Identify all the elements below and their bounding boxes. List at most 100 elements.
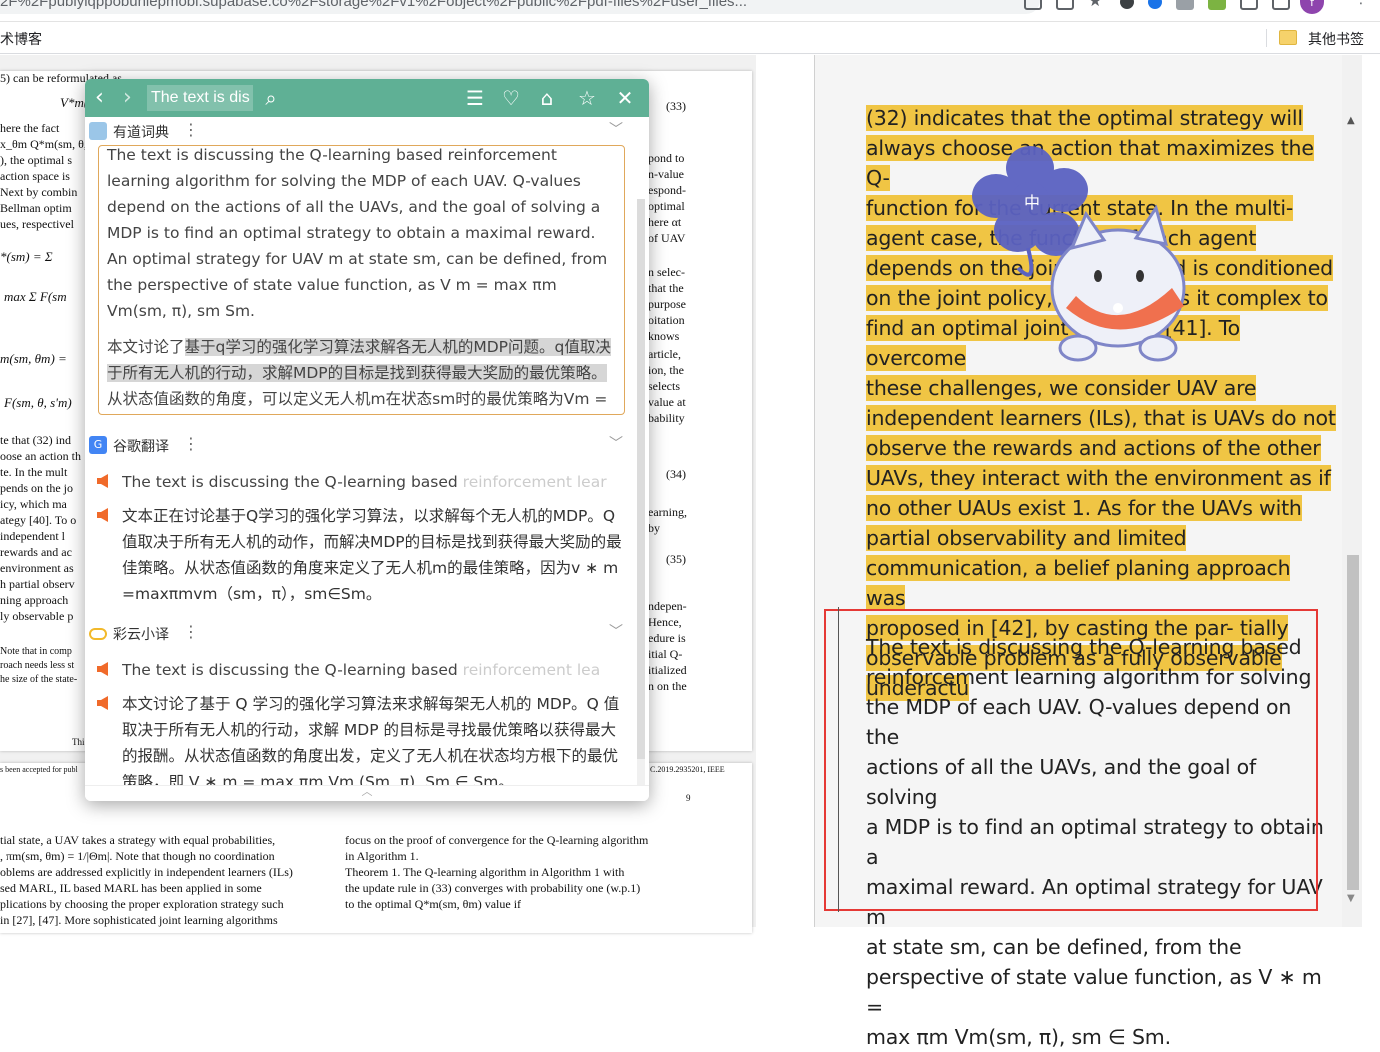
bookmark-item[interactable]: 术博客 <box>0 29 42 49</box>
equation-number: (33) <box>666 99 686 113</box>
address-bar[interactable]: 2F%2Fpubiyiqppobuniepmobi.supabase.co%2F… <box>0 0 1040 14</box>
caiyun-zh-text: 本文讨论了基于 Q 学习的强化学习算法来求解每架无人机的 MDP。Q 值取决于所… <box>122 695 620 791</box>
bookmarks-bar: 术博客 其他书签 <box>0 22 1380 54</box>
menu-icon[interactable]: ☰ <box>463 86 487 110</box>
reader-scrollbar[interactable]: ▲ ▼ <box>1342 55 1362 927</box>
pdf-text-line: knows <box>648 329 680 343</box>
scroll-up-icon[interactable]: ▲ <box>1347 115 1355 126</box>
equation: *(sm) = Σ <box>0 249 53 264</box>
section-header-google[interactable]: G 谷歌翻译 ⋮ ﹀ <box>85 433 635 459</box>
popup-collapse-handle[interactable]: ︿ <box>85 785 649 801</box>
forward-icon[interactable]: › <box>123 85 132 110</box>
youdao-result-box[interactable]: The text is discussing the Q-learning ba… <box>98 145 625 415</box>
speaker-icon[interactable] <box>97 474 109 488</box>
url-text[interactable]: 2F%2Fpubiyiqppobuniepmobi.supabase.co%2F… <box>0 0 747 10</box>
popup-scrollbar[interactable] <box>637 199 645 789</box>
extensions-puzzle-icon[interactable] <box>1240 0 1258 10</box>
back-icon[interactable]: ‹ <box>95 85 104 110</box>
google-en-text: The text is discussing the Q-learning ba… <box>122 473 463 491</box>
section-header-youdao[interactable]: 有道词典 ⋮ ﹀ <box>85 119 635 145</box>
extension-gray-icon[interactable] <box>1176 0 1194 10</box>
chrome-menu-icon[interactable]: ⋮ <box>1354 0 1368 12</box>
pdf-text-line: earning, <box>648 505 687 519</box>
chevron-down-icon[interactable]: ﹀ <box>609 621 623 641</box>
scroll-thumb[interactable] <box>1347 555 1359 890</box>
side-panel-icon[interactable] <box>1272 0 1290 10</box>
equation-number: (35) <box>666 552 686 566</box>
section-title: 谷歌翻译 <box>113 439 169 455</box>
highlighted-line: independent learners (ILs), that is UAVs… <box>866 405 1336 431</box>
pdf-text-line: ion, the <box>648 363 684 377</box>
youdao-english: The text is discussing the Q-learning ba… <box>107 146 608 320</box>
pdf-footer: C.2019.2935201, IEEE <box>650 765 725 774</box>
youdao-zh-post: 从状态值函数的角度，可以定义无人机m在状态sm时的最优策略为Vm = max π… <box>107 390 608 408</box>
scroll-down-icon[interactable]: ▼ <box>1347 893 1355 904</box>
translation-line: perspective of state value function, as … <box>866 965 1322 1019</box>
pdf-text-line: oose an action th <box>0 449 81 463</box>
pdf-text-line: tial state, a UAV takes a strategy with … <box>0 833 276 847</box>
extension-green-icon[interactable] <box>1208 0 1226 10</box>
popup-header: ‹ › The text is dis ⌕ ☰ ♡ ⌂ ☆ ✕ <box>85 79 649 117</box>
pdf-footer: s been accepted for publ <box>0 765 78 774</box>
popup-search-input[interactable]: The text is dis <box>147 85 253 111</box>
pdf-text-line: action space is <box>0 169 70 183</box>
translation-outline <box>824 609 1318 911</box>
text-cursor <box>838 607 839 912</box>
extension-blue-icon[interactable] <box>1148 0 1162 9</box>
speaker-icon[interactable] <box>97 696 109 710</box>
bookmark-star-icon[interactable]: ★ <box>1088 0 1106 10</box>
mascot-illustration[interactable]: 中 <box>968 138 1228 368</box>
chevron-down-icon[interactable]: ﹀ <box>609 433 623 453</box>
extension-dark-icon[interactable] <box>1120 0 1134 9</box>
pdf-text-line: Next by combin <box>0 185 78 199</box>
share-icon[interactable] <box>1024 0 1042 10</box>
favorite-icon[interactable]: ♡ <box>499 86 523 110</box>
pdf-text-line: pond to <box>648 151 685 165</box>
pdf-text-line: n selec- <box>648 265 685 279</box>
pdf-text-line: in [27], [47]. More sophisticated joint … <box>0 913 278 927</box>
more-options-icon[interactable]: ⋮ <box>183 120 199 139</box>
profile-avatar[interactable]: f <box>1300 0 1324 14</box>
pdf-text-line: ues, respectivel <box>0 217 74 231</box>
pdf-text-line: Bellman optim <box>0 201 72 215</box>
close-icon[interactable]: ✕ <box>613 86 637 110</box>
pdf-text-line: that the <box>648 281 684 295</box>
pdf-text-line: here the fact <box>0 121 60 135</box>
highlighted-line: these challenges, we consider UAV are <box>866 375 1257 401</box>
chevron-down-icon[interactable]: ﹀ <box>609 119 623 139</box>
pdf-text-line: pends on the jo <box>0 481 73 495</box>
popup-scroll-thumb[interactable] <box>637 199 645 759</box>
section-header-caiyun[interactable]: 彩云小译 ⋮ ﹀ <box>85 621 635 647</box>
install-app-icon[interactable] <box>1056 0 1074 10</box>
pdf-text-line: bability <box>648 411 685 425</box>
search-icon[interactable]: ⌕ <box>259 86 283 110</box>
highlighted-line: communication, a belief planing approach… <box>866 555 1291 611</box>
dictionary-popup[interactable]: ‹ › The text is dis ⌕ ☰ ♡ ⌂ ☆ ✕ 有道词典 ⋮ ﹀… <box>85 79 649 801</box>
youdao-icon <box>89 122 107 140</box>
pdf-text-line: independent l <box>0 529 65 543</box>
pin-icon[interactable]: ☆ <box>575 86 599 110</box>
youdao-chinese: 本文讨论了基于q学习的强化学习算法求解各无人机的MDP问题。q值取决于所有无人机… <box>107 334 616 414</box>
highlighted-line: partial observability and limited <box>866 525 1187 551</box>
google-english-row: The text is discussing the Q-learning ba… <box>97 469 627 495</box>
equation: F(sm, θ, s'm) <box>4 395 72 410</box>
highlighted-line: (32) indicates that the optimal strategy… <box>866 105 1303 131</box>
speaker-icon[interactable] <box>97 662 109 676</box>
caiyun-english-row: The text is discussing the Q-learning ba… <box>97 657 627 683</box>
pdf-text-line: by <box>648 521 660 535</box>
more-options-icon[interactable]: ⋮ <box>183 434 199 453</box>
speaker-icon[interactable] <box>97 508 109 522</box>
folder-icon[interactable] <box>1279 30 1297 45</box>
other-bookmarks[interactable]: 其他书签 <box>1308 29 1364 49</box>
highlighted-line: no other UAUs exist 1. As for the UAVs w… <box>866 495 1302 521</box>
pdf-text-line: ly observable p <box>0 609 74 623</box>
bookmark-icon[interactable]: ⌂ <box>535 86 559 110</box>
translation-line: max πm Vm(sm, π), sm ∈ Sm. <box>866 1025 1171 1049</box>
pdf-text-line: rewards and ac <box>0 545 72 559</box>
caiyun-en-text: The text is discussing the Q-learning ba… <box>122 661 463 679</box>
section-title: 彩云小译 <box>113 627 169 643</box>
more-options-icon[interactable]: ⋮ <box>183 622 199 641</box>
pdf-text-line: value at <box>648 395 686 409</box>
youdao-zh-pre: 本文讨论了 <box>107 338 185 356</box>
pdf-text-line: itialized <box>648 663 687 677</box>
